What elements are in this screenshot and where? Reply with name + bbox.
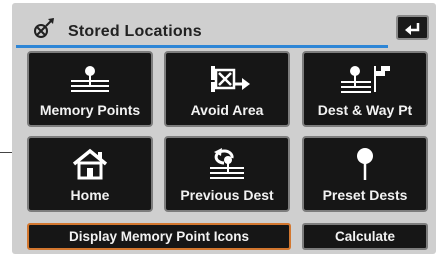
home-button[interactable]: Home <box>27 136 153 212</box>
stored-locations-icon <box>32 18 56 40</box>
display-memory-point-icons-button[interactable]: Display Memory Point Icons <box>27 223 291 250</box>
dest-waypoint-icon <box>304 61 426 97</box>
preset-dests-button[interactable]: Preset Dests <box>302 136 428 212</box>
memory-points-button[interactable]: Memory Points <box>27 51 153 127</box>
title-bar: Stored Locations <box>16 11 388 48</box>
tile-label: Dest & Way Pt <box>317 102 413 118</box>
tile-label: Memory Points <box>39 102 141 118</box>
avoid-area-button[interactable]: Avoid Area <box>164 51 290 127</box>
tile-label: Avoid Area <box>190 102 264 118</box>
dest-waypoint-button[interactable]: Dest & Way Pt <box>302 51 428 127</box>
previous-dest-icon <box>166 146 288 182</box>
nav-screen: Stored Locations Memory Points Avoid Are… <box>12 3 436 254</box>
page-title: Stored Locations <box>68 23 202 40</box>
avoid-area-icon <box>166 61 288 97</box>
tile-label: Previous Dest <box>180 187 274 203</box>
tile-label: Home <box>70 187 110 203</box>
back-button[interactable] <box>396 15 429 40</box>
memory-points-icon <box>29 61 151 97</box>
tile-label: Preset Dests <box>322 187 408 203</box>
calculate-button[interactable]: Calculate <box>302 223 428 250</box>
home-icon <box>29 146 151 182</box>
previous-dest-button[interactable]: Previous Dest <box>164 136 290 212</box>
preset-dests-icon <box>304 146 426 182</box>
return-arrow-icon <box>405 23 420 35</box>
